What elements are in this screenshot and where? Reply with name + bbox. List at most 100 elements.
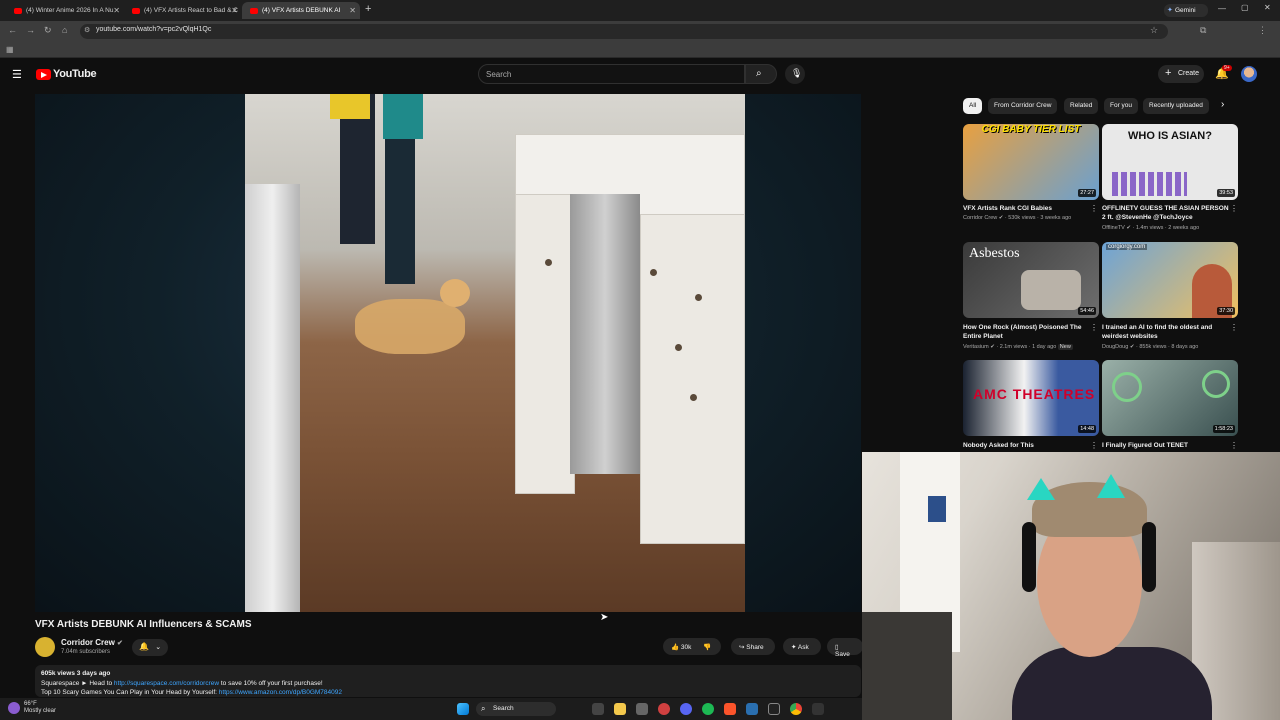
recommendation-title[interactable]: I Finally Figured Out TENET: [1102, 441, 1230, 450]
cabinet-door: [515, 194, 575, 494]
headphones: [1142, 522, 1156, 592]
task-view-icon[interactable]: [592, 703, 604, 715]
url-text[interactable]: youtube.com/watch?v=pc2vQlqH1Qc: [96, 26, 211, 33]
dog: [355, 299, 465, 354]
chip-related[interactable]: Related: [1064, 98, 1099, 114]
verified-icon: ✔: [117, 640, 123, 647]
back-icon[interactable]: ←: [8, 25, 17, 35]
app-icon[interactable]: [746, 703, 758, 715]
video-thumbnail[interactable]: corgiorgy.com 37:30: [1102, 242, 1238, 318]
voice-search-button[interactable]: 🎙: [785, 64, 805, 84]
chevron-right-icon[interactable]: ›: [1221, 99, 1224, 110]
browser-tab[interactable]: (4) Winter Anime 2026 In A Nu ✕: [6, 2, 124, 19]
omnibox[interactable]: [80, 24, 1168, 39]
thumbnail-ring: [1112, 372, 1142, 402]
video-frame[interactable]: [245, 94, 745, 612]
close-tab-icon[interactable]: ✕: [349, 6, 356, 15]
file-explorer-icon[interactable]: [614, 703, 626, 715]
new-tab-button[interactable]: +: [365, 3, 371, 15]
weather-widget[interactable]: 66°F Mostly clear: [24, 701, 56, 715]
video-thumbnail[interactable]: 1:58:23: [1102, 360, 1238, 436]
taskbar-search[interactable]: ⌕ Search: [476, 702, 556, 716]
maximize-icon[interactable]: ▢: [1241, 3, 1249, 12]
thumbnail-text: Asbestos: [969, 246, 1020, 261]
app-icon[interactable]: [636, 703, 648, 715]
bookmark-star-icon[interactable]: ☆: [1150, 25, 1158, 36]
description-line: Top 10 Scary Games You Can Play in Your …: [41, 689, 342, 696]
channel-name[interactable]: Corridor Crew ✔: [61, 638, 123, 647]
recommendation-title[interactable]: OFFLINETV GUESS THE ASIAN PERSON 2 ft. @…: [1102, 204, 1230, 222]
chip-for-you[interactable]: For you: [1104, 98, 1139, 114]
recommendation-title[interactable]: VFX Artists Rank CGI Babies: [963, 204, 1091, 213]
apps-grid-icon[interactable]: ▦: [6, 45, 14, 54]
channel-avatar[interactable]: [35, 637, 55, 657]
microphone-icon: 🎙: [791, 68, 803, 78]
video-thumbnail[interactable]: WHO IS ASIAN? 39:53: [1102, 124, 1238, 200]
video-thumbnail[interactable]: CGI BABY TIER LIST 27:27: [963, 124, 1099, 200]
recommendation-title[interactable]: How One Rock (Almost) Poisoned The Entir…: [963, 323, 1091, 341]
ask-button[interactable]: ✦ Ask: [783, 638, 821, 655]
video-thumbnail[interactable]: Asbestos 54:46: [963, 242, 1099, 318]
close-tab-icon[interactable]: ✕: [113, 6, 120, 15]
app-icon[interactable]: [812, 703, 824, 715]
youtube-logo-text[interactable]: YouTube: [53, 68, 97, 80]
create-button[interactable]: + Create: [1158, 65, 1204, 83]
more-options-icon[interactable]: ⋮: [1230, 204, 1238, 213]
gemini-button[interactable]: ✦ Gemini: [1164, 4, 1208, 17]
recommendation-title[interactable]: I trained an AI to find the oldest and w…: [1102, 323, 1230, 341]
spotify-icon[interactable]: [702, 703, 714, 715]
dog-head: [440, 279, 470, 307]
like-button[interactable]: 👍 30k: [671, 644, 691, 651]
thumbs-down-icon[interactable]: 👎: [703, 644, 711, 651]
description-link[interactable]: http://squarespace.com/corridorcrew: [114, 680, 219, 687]
home-icon[interactable]: ⌂: [62, 25, 67, 35]
account-avatar[interactable]: [1241, 66, 1257, 82]
more-options-icon[interactable]: ⋮: [1090, 204, 1098, 213]
forward-icon[interactable]: →: [26, 25, 35, 35]
site-info-icon[interactable]: ⚙: [84, 26, 90, 34]
browser-tab-active[interactable]: (4) VFX Artists DEBUNK AI ✕: [242, 2, 360, 19]
person-shirt: [383, 94, 423, 139]
recommendation-meta: DougDoug ✔ · 855k views · 8 days ago: [1102, 344, 1199, 350]
tab-title: (4) Winter Anime 2026 In A Nu: [26, 7, 114, 14]
video-duration: 37:30: [1217, 307, 1235, 315]
thumbnail-people: [1112, 172, 1187, 196]
thumbnail-text: corgiorgy.com: [1106, 244, 1148, 250]
subscription-bell-button[interactable]: 🔔 ⌄: [132, 639, 168, 656]
recommendation-title[interactable]: Nobody Asked for This: [963, 441, 1091, 450]
search-input[interactable]: Search: [478, 64, 745, 84]
share-button[interactable]: ↪ Share: [731, 638, 775, 655]
video-duration: 14:48: [1078, 425, 1096, 433]
browser-menu-icon[interactable]: ⋮: [1258, 25, 1267, 36]
chrome-icon[interactable]: [790, 703, 802, 715]
close-window-icon[interactable]: ✕: [1264, 3, 1271, 12]
more-options-icon[interactable]: ⋮: [1090, 441, 1098, 450]
browser-tab[interactable]: (4) VFX Artists React to Bad & C ✕: [124, 2, 242, 19]
notification-badge: 9+: [1222, 65, 1232, 71]
more-options-icon[interactable]: ⋮: [1090, 323, 1098, 332]
reload-icon[interactable]: ↻: [44, 25, 52, 36]
more-options-icon[interactable]: ⋮: [1230, 441, 1238, 450]
chip-all[interactable]: All: [963, 98, 983, 114]
windows-start-icon[interactable]: [457, 703, 469, 715]
app-icon[interactable]: [658, 703, 670, 715]
chip-recently-uploaded[interactable]: Recently uploaded: [1143, 98, 1209, 114]
brave-icon[interactable]: [724, 703, 736, 715]
youtube-favicon-icon: [132, 8, 140, 14]
discord-icon[interactable]: [680, 703, 692, 715]
description-link[interactable]: https://www.amazon.com/dp/B0GM784092: [219, 689, 342, 696]
video-thumbnail[interactable]: AMC THEATRES 14:48: [963, 360, 1099, 436]
close-tab-icon[interactable]: ✕: [231, 6, 238, 15]
like-count: 30k: [680, 644, 692, 651]
minimize-icon[interactable]: —: [1218, 4, 1226, 13]
search-button[interactable]: ⌕: [745, 64, 777, 84]
hamburger-menu-icon[interactable]: ☰: [12, 68, 22, 81]
extensions-icon[interactable]: ⧉: [1200, 25, 1206, 36]
more-options-icon[interactable]: ⋮: [1230, 323, 1238, 332]
app-icon[interactable]: [768, 703, 780, 715]
chip-from-corridor-crew[interactable]: From Corridor Crew: [988, 98, 1058, 114]
ask-label: Ask: [797, 644, 809, 651]
weather-icon[interactable]: [8, 702, 20, 714]
new-badge: New: [1057, 344, 1073, 350]
save-button[interactable]: ▯ Save: [827, 638, 863, 658]
